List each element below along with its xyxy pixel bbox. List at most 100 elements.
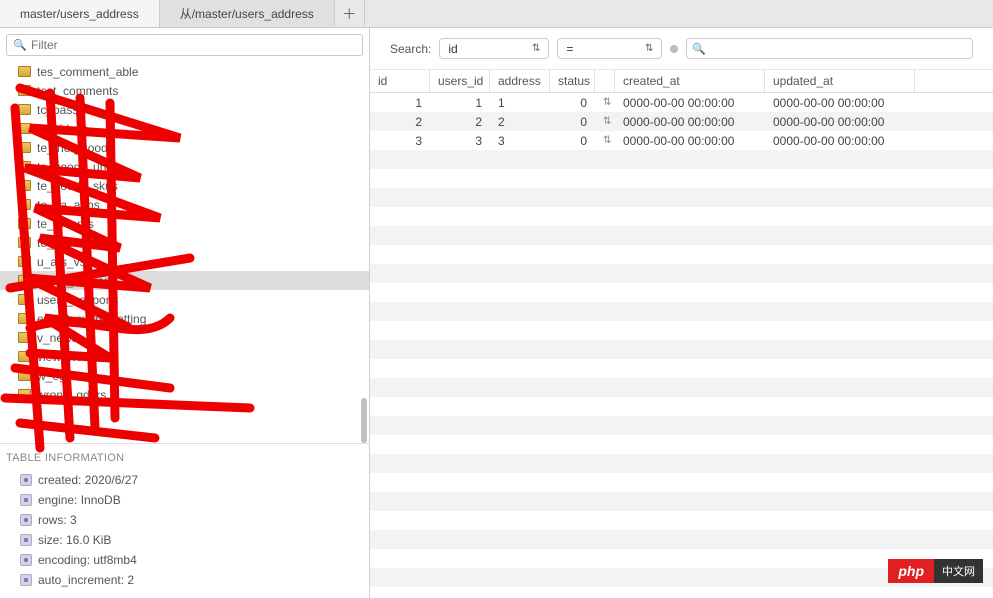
search-label: Search: bbox=[390, 42, 431, 56]
sidebar-table-item[interactable]: test_comments bbox=[0, 81, 369, 100]
table-row[interactable]: 3330⇅0000-00-00 00:00:000000-00-00 00:00… bbox=[370, 131, 993, 150]
table-row-empty bbox=[370, 188, 993, 207]
table-name: te_goods_units bbox=[37, 160, 118, 174]
sidebar-table-item[interactable]: view_words bbox=[0, 347, 369, 366]
sidebar-table-item[interactable]: te_bocar bbox=[0, 233, 369, 252]
table-name: te_pa_apps bbox=[37, 198, 100, 212]
table-icon bbox=[18, 85, 31, 96]
sidebar-table-item[interactable]: te_goods_skus bbox=[0, 176, 369, 195]
table-row[interactable]: 1110⇅0000-00-00 00:00:000000-00-00 00:00… bbox=[370, 93, 993, 112]
column-header-users-id[interactable]: users_id bbox=[430, 70, 490, 92]
tab-add-button[interactable]: ＋ bbox=[335, 0, 365, 27]
sidebar-table-item[interactable]: w_eg bbox=[0, 366, 369, 385]
table-name: te_bocar bbox=[37, 236, 84, 250]
sidebar-table-item[interactable]: tes_comment_able bbox=[0, 62, 369, 81]
table-row-empty bbox=[370, 473, 993, 492]
search-operator-select[interactable]: = ⇅ bbox=[557, 38, 662, 59]
table-name: w_eg bbox=[37, 369, 66, 383]
info-label: encoding: utf8mb4 bbox=[38, 553, 137, 567]
table-icon bbox=[18, 237, 31, 248]
tab-slave-master-users-address[interactable]: 从/master/users_address bbox=[160, 0, 335, 27]
scrollbar-thumb[interactable] bbox=[361, 398, 367, 443]
table-info-row: engine: InnoDB bbox=[4, 490, 365, 510]
sidebar-table-item[interactable]: tc_pass bbox=[0, 100, 369, 119]
column-header-created-at[interactable]: created_at bbox=[615, 70, 765, 92]
column-header-id[interactable]: id bbox=[370, 70, 430, 92]
sidebar-table-item[interactable]: te_records bbox=[0, 214, 369, 233]
sidebar-table-item[interactable]: te_pa_apps bbox=[0, 195, 369, 214]
table-icon bbox=[18, 199, 31, 210]
cell: 0 bbox=[550, 113, 595, 131]
info-label: engine: InnoDB bbox=[38, 493, 121, 507]
cell: ⇅ bbox=[595, 133, 615, 148]
cell: 1 bbox=[430, 94, 490, 112]
filter-input[interactable] bbox=[6, 34, 363, 56]
sidebar-table-item[interactable]: u_ars_vsl bbox=[0, 252, 369, 271]
cell: 0000-00-00 00:00:00 bbox=[615, 94, 765, 112]
table-icon bbox=[18, 66, 31, 77]
table-icon bbox=[18, 275, 31, 286]
table-icon bbox=[18, 142, 31, 153]
table-row-empty bbox=[370, 226, 993, 245]
table-icon bbox=[18, 389, 31, 400]
table-row[interactable]: 2220⇅0000-00-00 00:00:000000-00-00 00:00… bbox=[370, 112, 993, 131]
table-name: te_videos bbox=[37, 122, 88, 136]
cell: 3 bbox=[370, 132, 430, 150]
table-info-header: TABLE INFORMATION bbox=[4, 452, 365, 470]
bullet-icon bbox=[20, 574, 32, 586]
table-icon bbox=[18, 370, 31, 381]
bullet-icon bbox=[20, 554, 32, 566]
search-value-input[interactable] bbox=[686, 38, 973, 59]
sidebar-table-item[interactable]: v_news bbox=[0, 328, 369, 347]
cell: ⇅ bbox=[595, 114, 615, 129]
table-row-empty bbox=[370, 454, 993, 473]
table-row-empty bbox=[370, 264, 993, 283]
cell: 0000-00-00 00:00:00 bbox=[765, 94, 915, 112]
table-icon bbox=[18, 351, 31, 362]
table-row-empty bbox=[370, 378, 993, 397]
table-info-row: created: 2020/6/27 bbox=[4, 470, 365, 490]
search-bar: Search: id ⇅ = ⇅ 🔍 bbox=[370, 28, 993, 70]
cell: 0 bbox=[550, 94, 595, 112]
cell: 3 bbox=[430, 132, 490, 150]
column-header-address[interactable]: address bbox=[490, 70, 550, 92]
column-header-status[interactable]: status bbox=[550, 70, 595, 92]
column-header-updated-at[interactable]: updated_at bbox=[765, 70, 915, 92]
table-name: tc_pass bbox=[37, 103, 78, 117]
table-name: te_records bbox=[37, 217, 94, 231]
table-row-empty bbox=[370, 207, 993, 226]
bullet-icon bbox=[20, 474, 32, 486]
sidebar-table-item[interactable]: users_address bbox=[0, 271, 369, 290]
table-info-row: auto_increment: 2 bbox=[4, 570, 365, 590]
table-name: v_news bbox=[37, 331, 78, 345]
php-logo: php bbox=[888, 559, 934, 583]
table-icon bbox=[18, 161, 31, 172]
sidebar-table-item[interactable]: users_coupons bbox=[0, 290, 369, 309]
cell: 1 bbox=[490, 94, 550, 112]
table-row-empty bbox=[370, 587, 993, 598]
table-row-empty bbox=[370, 511, 993, 530]
table-icon bbox=[18, 104, 31, 115]
sidebar-table-item[interactable]: wrong_gders bbox=[0, 385, 369, 404]
sidebar-table-item[interactable]: te_ther_goods bbox=[0, 138, 369, 157]
cell: 1 bbox=[370, 94, 430, 112]
table-list[interactable]: tes_comment_abletest_comments tc_pass te_v… bbox=[0, 62, 369, 443]
table-row-empty bbox=[370, 397, 993, 416]
status-dot bbox=[670, 45, 678, 53]
table-row-empty bbox=[370, 321, 993, 340]
table-name: wrong_gders bbox=[37, 388, 106, 402]
search-icon: 🔍 bbox=[13, 39, 27, 52]
sidebar-table-item[interactable]: te_goods_units bbox=[0, 157, 369, 176]
table-icon bbox=[18, 294, 31, 305]
table-name: ertical_msgs_setting bbox=[37, 312, 146, 326]
sidebar: 🔍 tes_comment_abletest_commentstc_passte… bbox=[0, 28, 370, 598]
search-column-select[interactable]: id ⇅ bbox=[439, 38, 549, 59]
column-sort-icon[interactable] bbox=[595, 70, 615, 92]
table-row-empty bbox=[370, 492, 993, 511]
sidebar-table-item[interactable]: ertical_msgs_setting bbox=[0, 309, 369, 328]
table-info-row: rows: 3 bbox=[4, 510, 365, 530]
sidebar-table-item[interactable]: te_videos bbox=[0, 119, 369, 138]
table-icon bbox=[18, 256, 31, 267]
cell: 2 bbox=[370, 113, 430, 131]
tab-master-users-address[interactable]: master/users_address bbox=[0, 0, 160, 27]
